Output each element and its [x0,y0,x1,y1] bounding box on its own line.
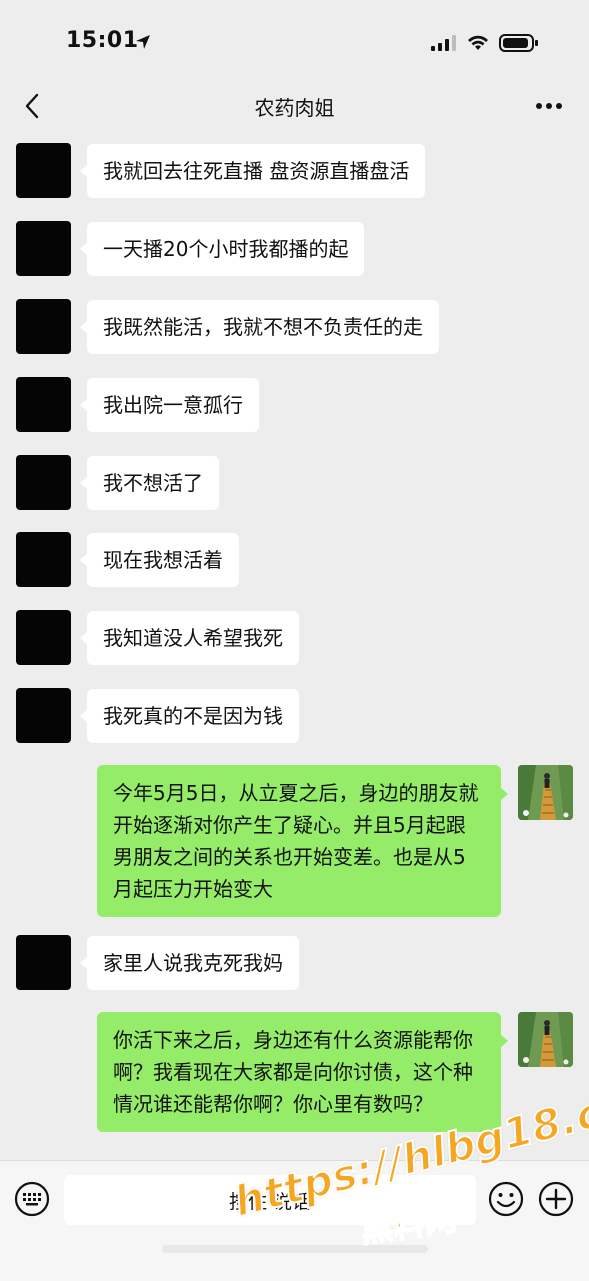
message-bubble[interactable]: 你活下来之后，身边还有什么资源能帮你啊？我看现在大家都是向你讨债，这个种情况谁还… [97,1012,508,1132]
avatar-photo-icon [518,765,573,820]
message-bubble[interactable]: 我不想活了 [80,456,219,510]
contact-avatar[interactable] [16,299,71,354]
message-bubble[interactable]: 我死真的不是因为钱 [80,689,299,743]
keyboard-icon[interactable] [14,1181,50,1217]
avatar-photo-icon [518,1012,573,1067]
contact-avatar[interactable] [16,935,71,990]
message-bubble[interactable]: 我知道没人希望我死 [80,611,299,665]
contact-avatar[interactable] [16,377,71,432]
chat-header: 农药肉姐 [0,80,589,132]
message-bubble[interactable]: 我出院一意孤行 [80,378,259,432]
message-bubble[interactable]: 现在我想活着 [80,533,239,587]
status-bar: 15:01 [0,0,589,80]
contact-avatar[interactable] [16,455,71,510]
plus-icon[interactable] [538,1181,574,1217]
more-button[interactable] [529,86,569,126]
status-time: 15:01 [66,28,139,53]
contact-avatar[interactable] [16,688,71,743]
chat-title: 农药肉姐 [254,96,335,120]
more-dots-icon [536,103,562,109]
status-icons [431,33,539,53]
contact-avatar[interactable] [16,610,71,665]
message-bubble[interactable]: 一天播20个小时我都播的起 [79,222,365,276]
location-arrow-icon [136,35,150,49]
contact-avatar[interactable] [16,221,71,276]
battery-icon [499,34,538,52]
my-avatar[interactable] [518,1012,573,1067]
wifi-icon [468,35,488,50]
signal-icon [431,35,456,51]
message-bubble[interactable]: 今年5月5日，从立夏之后，身边的朋友就开始逐渐对你产生了疑心。并且5月起跟男朋友… [97,765,508,917]
message-bubble[interactable]: 我既然能活，我就不想不负责任的走 [80,300,439,354]
contact-avatar[interactable] [16,143,71,198]
contact-avatar[interactable] [16,532,71,587]
message-bubble[interactable]: 家里人说我克死我妈 [80,936,299,990]
emoji-icon[interactable] [488,1181,524,1217]
my-avatar[interactable] [518,765,573,820]
message-bubble[interactable]: 我就回去往死直播 盘资源直播盘活 [79,144,426,198]
